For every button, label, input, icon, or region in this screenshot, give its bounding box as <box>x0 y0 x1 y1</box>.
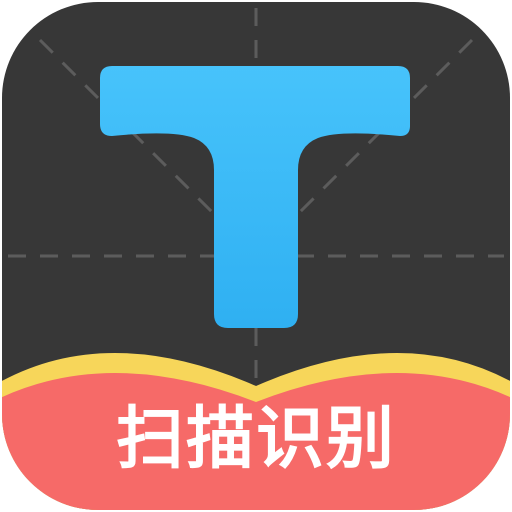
app-icon[interactable]: 扫描识别 <box>0 0 512 512</box>
app-label: 扫描识别 <box>115 400 396 479</box>
